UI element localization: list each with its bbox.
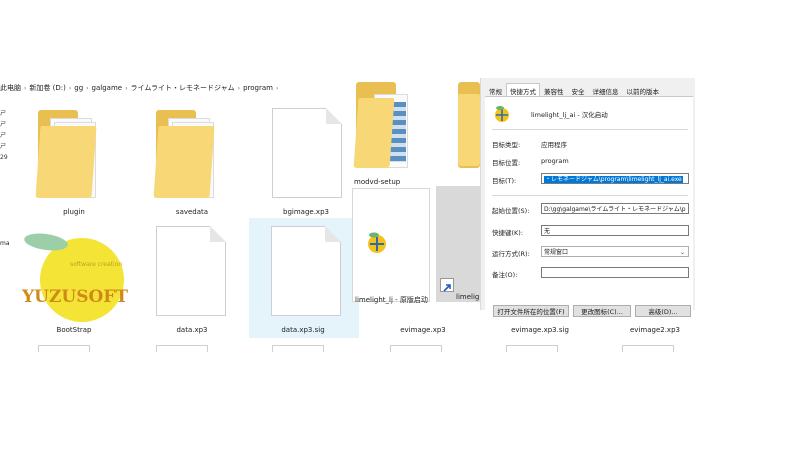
target-value: ・レモネードジャム\program\limelight_lj_ai.exe <box>544 176 683 183</box>
open-file-location-button[interactable]: 打开文件所在的位置(F) <box>493 305 569 317</box>
pin-icon: ㄕ <box>0 110 7 117</box>
comment-label: 备注(O): <box>492 271 518 279</box>
chevron-right-icon: › <box>86 84 89 92</box>
divider <box>492 195 688 196</box>
chevron-down-icon: ⌄ <box>679 249 685 256</box>
document-icon <box>271 226 341 316</box>
folder-modvd-setup[interactable]: modvd-setup <box>352 78 410 190</box>
shortcut-name: limelight_lj_ai - 汉化启动 <box>531 111 608 119</box>
file-label: data.xp3.sig <box>281 326 325 334</box>
target-label: 目标(T): <box>492 177 517 185</box>
run-select-value: 常规窗口 <box>544 249 569 256</box>
yuzusoft-logo-icon: software creation YUZUSOFT <box>21 233 128 322</box>
shortcut-limelight-translated[interactable]: limeligh <box>436 186 484 302</box>
breadcrumb-item[interactable]: 新加卷 (D:) <box>29 83 65 93</box>
file-label: limelight_lj - 原版启动 <box>355 296 428 304</box>
change-icon-button[interactable]: 更改图标(C)... <box>573 305 631 317</box>
chevron-right-icon: › <box>68 84 72 92</box>
tab-general[interactable]: 常规 <box>485 83 506 96</box>
comment-field[interactable] <box>541 267 689 278</box>
file-evimage2[interactable]: evimage2.xp3 <box>620 326 690 334</box>
file-evimage[interactable]: evimage.xp3 <box>388 326 458 334</box>
file-label: modvd-setup <box>354 178 401 186</box>
breadcrumb-item[interactable]: galgame <box>92 84 123 92</box>
shortcut-limelight-original[interactable]: limelight_lj - 原版启动 <box>352 188 430 304</box>
shortcut-arrow-icon <box>440 278 454 292</box>
document-icon <box>156 226 226 316</box>
document-icon[interactable] <box>156 345 208 352</box>
target-location-value: program <box>541 157 569 165</box>
file-label: savedata <box>175 208 209 216</box>
advanced-button[interactable]: 高级(D)... <box>635 305 691 317</box>
tab-details[interactable]: 详细信息 <box>589 83 623 96</box>
chevron-right-icon: › <box>275 84 279 92</box>
run-select[interactable]: 常规窗口 ⌄ <box>541 246 689 257</box>
document-icon[interactable] <box>622 345 674 352</box>
start-in-field[interactable]: D:\gg\galgame\ライムライト・レモネードジャム\p <box>541 203 689 214</box>
file-label: BootStrap <box>56 326 92 334</box>
breadcrumb-item[interactable]: program <box>243 84 273 92</box>
shortcut-pane: limelight_lj_ai - 汉化启动 目标类型: 应用程序 目标位置: … <box>485 96 693 317</box>
pin-icon: ㄕ <box>0 132 7 139</box>
file-data-xp3-sig[interactable]: data.xp3.sig <box>249 218 359 338</box>
chevron-right-icon: › <box>125 84 128 92</box>
file-bgimage[interactable]: bgimage.xp3 <box>262 104 352 220</box>
document-icon[interactable] <box>390 345 442 352</box>
pin-icon: ㄕ <box>0 121 7 128</box>
nav-pane-text: 29 <box>0 154 8 161</box>
document-icon[interactable] <box>272 345 324 352</box>
tab-security[interactable]: 安全 <box>568 83 589 96</box>
folder-savedata[interactable]: savedata <box>148 104 238 220</box>
file-bootstrap[interactable]: software creation YUZUSOFT BootStrap <box>18 222 130 338</box>
hotkey-label: 快捷键(K): <box>492 229 524 237</box>
limelight-app-icon <box>495 106 509 122</box>
hotkey-field[interactable]: 无 <box>541 225 689 236</box>
logo-brand: YUZUSOFT <box>21 287 128 307</box>
file-evimage-sig[interactable]: evimage.xp3.sig <box>500 326 580 334</box>
tab-bar: 常规 快捷方式 兼容性 安全 详细信息 以前的版本 <box>485 83 663 96</box>
properties-dialog: 常规 快捷方式 兼容性 安全 详细信息 以前的版本 limelight_lj_a… <box>480 78 695 317</box>
breadcrumb-item[interactable]: ライムライト・レモネードジャム <box>131 83 235 93</box>
tab-previous-versions[interactable]: 以前的版本 <box>623 83 664 96</box>
file-label: plugin <box>63 208 85 216</box>
target-type-label: 目标类型: <box>492 141 521 149</box>
tab-shortcut[interactable]: 快捷方式 <box>506 83 540 96</box>
document-icon[interactable] <box>506 345 558 352</box>
logo-tagline: software creation <box>70 261 122 268</box>
target-location-label: 目标位置: <box>492 159 521 167</box>
breadcrumb-item[interactable]: gg <box>74 84 83 92</box>
divider <box>492 129 688 130</box>
document-icon[interactable] <box>38 345 90 352</box>
run-label: 运行方式(R): <box>492 250 530 258</box>
breadcrumb-item[interactable]: 此电脑 <box>0 83 21 93</box>
limelight-app-icon <box>368 232 386 253</box>
file-label: data.xp3 <box>176 326 208 334</box>
tab-compatibility[interactable]: 兼容性 <box>540 83 568 96</box>
start-in-label: 起始位置(S): <box>492 207 530 215</box>
breadcrumb: 此电脑 › 新加卷 (D:) › gg › galgame › ライムライト・レモネード… <box>0 82 281 94</box>
document-icon <box>272 108 342 198</box>
folder-partial[interactable] <box>456 78 480 174</box>
nav-pane-text: ma <box>0 240 10 247</box>
chevron-right-icon: › <box>24 84 27 92</box>
folder-plugin[interactable]: plugin <box>30 104 120 220</box>
chevron-right-icon: › <box>237 84 241 92</box>
nav-pane-fragment: ㄕ ㄕ ㄕ ㄕ 29 <box>0 108 8 163</box>
file-label: bgimage.xp3 <box>283 208 329 216</box>
target-field[interactable]: ・レモネードジャム\program\limelight_lj_ai.exe <box>541 173 689 184</box>
target-type-value: 应用程序 <box>541 141 567 149</box>
file-data-xp3[interactable]: data.xp3 <box>148 222 238 338</box>
pin-icon: ㄕ <box>0 143 7 150</box>
